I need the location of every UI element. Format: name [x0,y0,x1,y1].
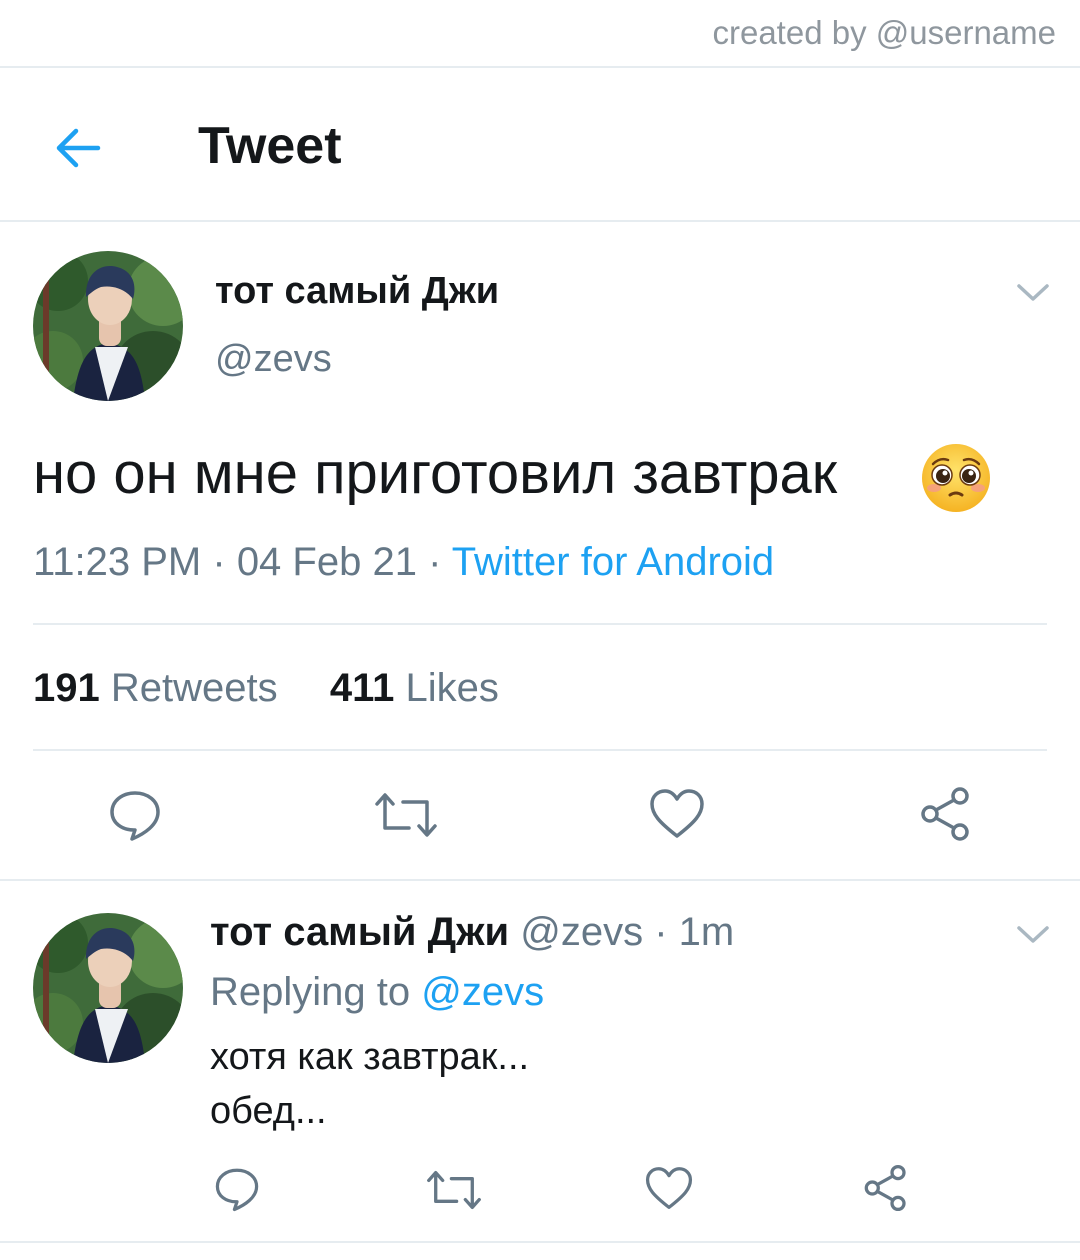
share-icon[interactable] [862,1164,910,1212]
tweet-meta: 11:23 PM · 04 Feb 21 · Twitter for Andro… [33,540,774,585]
pleading-face-emoji [920,442,992,514]
arrow-left-icon[interactable] [52,122,104,174]
likes-label: Likes [405,666,499,710]
replying-prefix: Replying to [210,970,411,1014]
divider [33,749,1047,751]
reply-header: тот самый Джи @zevs · 1m [210,910,734,955]
watermark: created by @username [712,14,1056,51]
reply-age: 1m [678,910,735,954]
like-heart-icon[interactable] [649,788,705,840]
meta-separator: · [654,910,679,954]
meta-separator: · [428,540,452,584]
avatar[interactable] [33,251,183,401]
retweets-count: 191 [33,666,100,710]
reply-text-line: хотя как завтрак... [210,1036,530,1078]
reply-text-line: обед... [210,1090,327,1132]
retweets-stat[interactable]: 191 Retweets [33,666,278,710]
replying-to-link[interactable]: @zevs [421,970,544,1014]
retweets-label: Retweets [110,666,278,710]
replying-to: Replying to @zevs [210,970,544,1015]
divider [0,1241,1080,1243]
like-heart-icon[interactable] [645,1166,693,1211]
reply-text: хотя как завтрак... обед... [210,1030,529,1138]
chevron-down-icon[interactable] [1016,924,1050,946]
retweet-icon[interactable] [375,790,437,840]
author-name[interactable]: тот самый Джи [215,270,499,313]
reply-author-handle[interactable]: @zevs [520,910,643,954]
engagement-stats: 191 Retweets 411 Likes [33,666,499,711]
likes-count: 411 [329,666,395,710]
share-icon[interactable] [918,786,974,842]
author-handle[interactable]: @zevs [215,338,332,381]
chevron-down-icon[interactable] [1016,282,1050,304]
divider [0,879,1080,881]
likes-stat[interactable]: 411 Likes [330,666,499,710]
tweet-source-link[interactable]: Twitter for Android [452,540,774,584]
divider [0,220,1080,222]
divider [0,66,1080,68]
avatar[interactable] [33,913,183,1063]
meta-separator: · [212,540,237,584]
retweet-icon[interactable] [427,1168,481,1212]
page-title: Tweet [198,117,342,175]
reply-author-name[interactable]: тот самый Джи [210,910,509,954]
tweet-text: но он мне приготовил завтрак [33,441,838,506]
tweet-date: 04 Feb 21 [236,540,417,584]
reply-icon[interactable] [214,1166,260,1212]
tweet-time: 11:23 PM [33,540,202,584]
reply-icon[interactable] [108,788,162,842]
divider [33,623,1047,625]
